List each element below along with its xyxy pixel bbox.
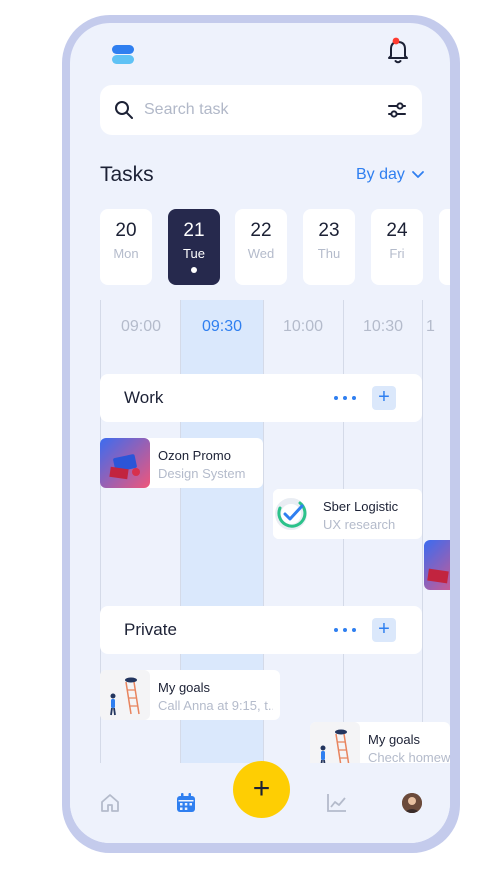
- selected-dot: [191, 267, 197, 273]
- day-number: 21: [183, 220, 205, 241]
- task-group-private: Private +: [100, 606, 422, 654]
- day-number: 23: [318, 220, 340, 241]
- task-card[interactable]: Sber Logistic UX research: [273, 489, 422, 539]
- more-options-icon[interactable]: [334, 396, 356, 401]
- time-label: 10:30: [362, 318, 404, 335]
- home-icon[interactable]: [99, 792, 121, 814]
- add-task-fab[interactable]: +: [233, 761, 290, 818]
- more-options-icon[interactable]: [334, 628, 356, 633]
- add-task-button[interactable]: +: [372, 386, 396, 410]
- app-logo: [112, 45, 134, 65]
- grid-line: [422, 300, 423, 770]
- day-weekday: Tue: [183, 246, 205, 261]
- filter-icon[interactable]: [386, 99, 408, 121]
- task-subtitle: UX research: [323, 517, 396, 532]
- time-label-partial: 1: [426, 318, 435, 335]
- chart-icon[interactable]: [326, 792, 348, 814]
- day-item-partial[interactable]: [439, 209, 450, 285]
- search-input[interactable]: [144, 97, 364, 123]
- app-screen: Tasks By day 20 Mon 21 Tue 22 Wed 23 Thu…: [70, 23, 450, 843]
- task-card-partial[interactable]: [424, 540, 450, 590]
- sber-check-icon: [273, 489, 323, 539]
- illustration-icon: [424, 540, 450, 590]
- day-item-selected[interactable]: 21 Tue: [168, 209, 220, 285]
- view-selector-dropdown[interactable]: By day: [356, 166, 425, 184]
- task-card[interactable]: Ozon Promo Design System: [100, 438, 263, 488]
- task-title: Ozon Promo: [158, 448, 231, 463]
- day-selector: 20 Mon 21 Tue 22 Wed 23 Thu 24 Fri: [100, 209, 450, 285]
- day-weekday: Fri: [389, 246, 405, 261]
- day-number: 22: [250, 220, 272, 241]
- task-title: My goals: [368, 732, 421, 747]
- ladder-illustration-icon: [100, 670, 150, 720]
- day-item[interactable]: 20 Mon: [100, 209, 152, 285]
- task-title: My goals: [158, 680, 211, 695]
- day-weekday: Thu: [317, 246, 341, 261]
- day-number: 24: [386, 220, 408, 241]
- add-task-button[interactable]: +: [372, 618, 396, 642]
- task-title: Sber Logistic: [323, 499, 399, 514]
- day-number: 20: [115, 220, 137, 241]
- ozon-illustration-icon: [100, 438, 150, 488]
- page-title: Tasks: [100, 163, 154, 186]
- task-group-work: Work +: [100, 374, 422, 422]
- search-icon: [115, 101, 133, 119]
- notification-bell-icon[interactable]: [386, 37, 412, 65]
- day-item[interactable]: 24 Fri: [371, 209, 423, 285]
- time-label-active: 09:30: [201, 318, 243, 335]
- day-weekday: Wed: [247, 246, 275, 261]
- view-selector-label: By day: [356, 166, 405, 183]
- task-card[interactable]: My goals Call Anna at 9:15, t..: [100, 670, 280, 720]
- calendar-icon[interactable]: [175, 792, 197, 814]
- group-label: Private: [124, 620, 177, 639]
- search-bar: [100, 85, 422, 135]
- day-item[interactable]: 23 Thu: [303, 209, 355, 285]
- task-subtitle: Call Anna at 9:15, t..: [158, 698, 273, 713]
- chevron-down-icon: [412, 171, 424, 178]
- day-item[interactable]: 22 Wed: [235, 209, 287, 285]
- group-label: Work: [124, 388, 164, 407]
- profile-avatar[interactable]: [402, 793, 422, 813]
- time-label: 10:00: [282, 318, 324, 335]
- day-weekday: Mon: [113, 246, 139, 261]
- task-subtitle: Design System: [158, 466, 246, 481]
- time-label: 09:00: [120, 318, 162, 335]
